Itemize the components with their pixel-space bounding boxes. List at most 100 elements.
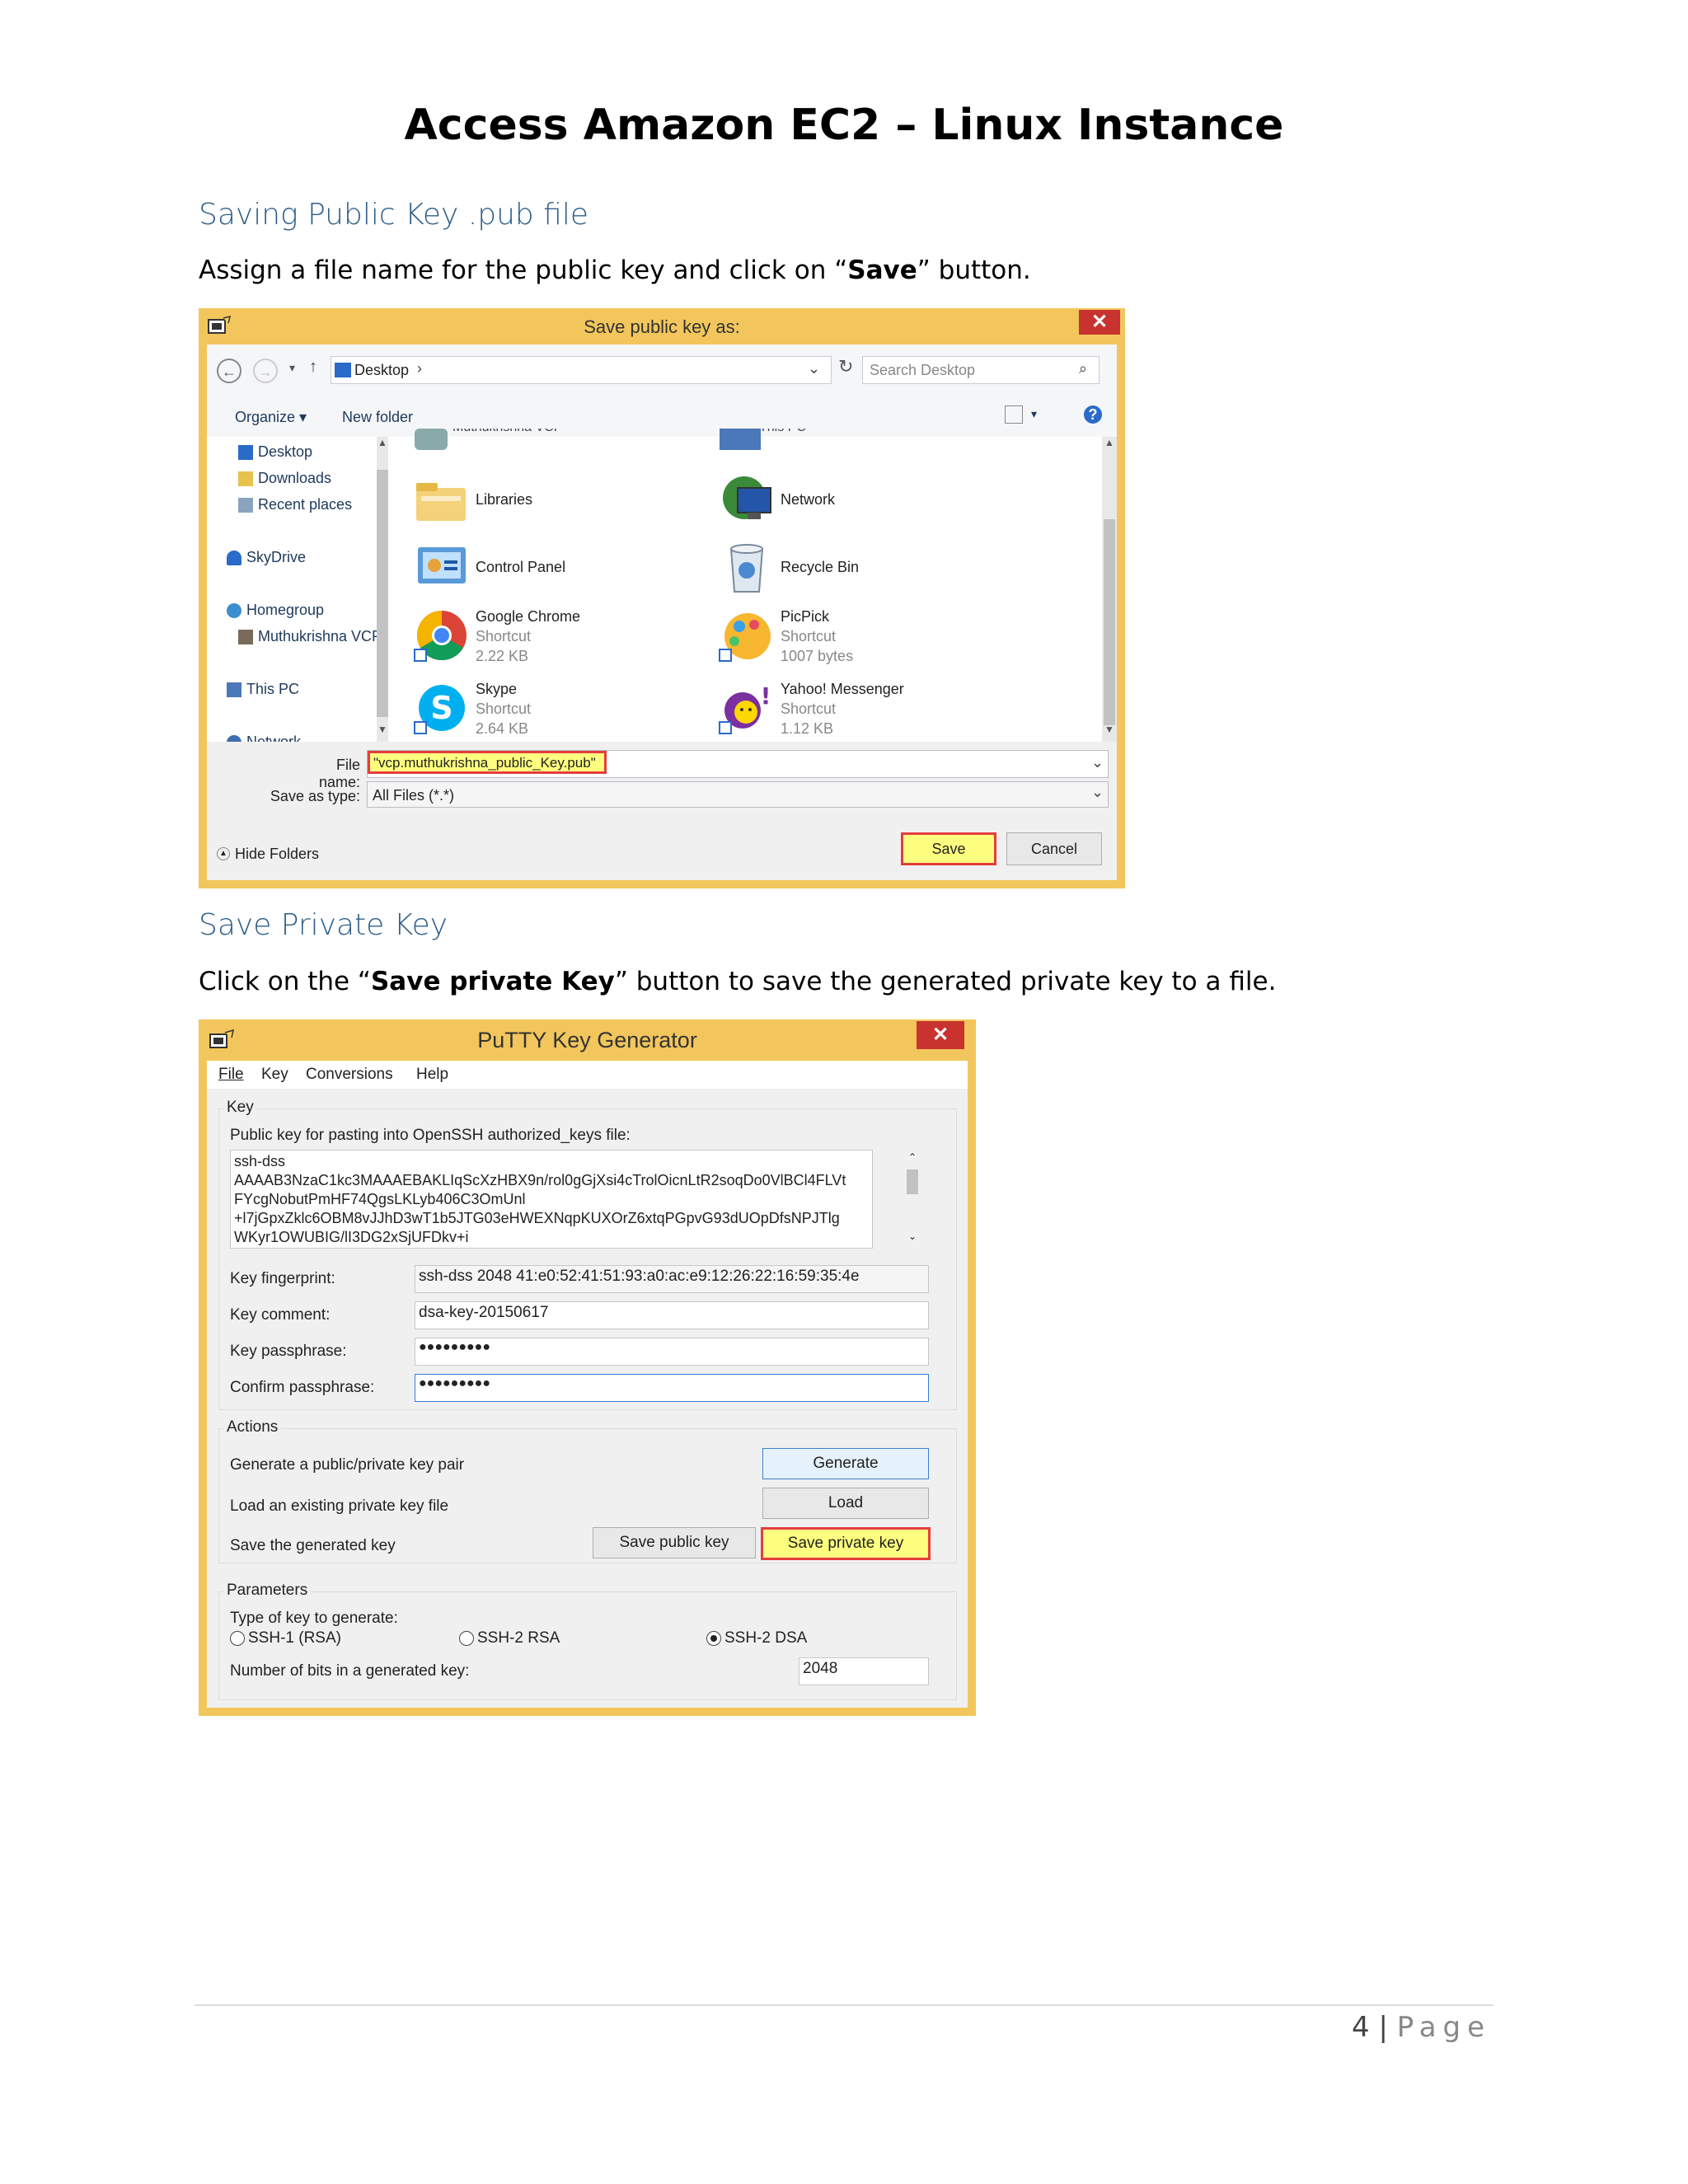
close-button[interactable]: ✕ bbox=[917, 1021, 964, 1049]
file-item-network[interactable]: Network bbox=[718, 471, 1015, 531]
user-folder-icon bbox=[238, 630, 253, 645]
up-arrow-icon[interactable]: ↑ bbox=[309, 358, 317, 377]
passphrase-input[interactable]: ●●●●●●●●● bbox=[415, 1338, 929, 1366]
tree-item-downloads[interactable]: Downloads bbox=[238, 470, 331, 487]
file-item-picpick[interactable]: PicPick Shortcut 1007 bytes bbox=[718, 607, 1015, 673]
radio-button-icon bbox=[459, 1630, 474, 1646]
new-folder-button[interactable]: New folder bbox=[342, 409, 413, 426]
bits-input[interactable]: 2048 bbox=[799, 1657, 929, 1685]
scroll-up-icon[interactable]: ⌃ bbox=[904, 1151, 921, 1165]
dialog-titlebar: Save public key as: ✕ bbox=[199, 308, 1125, 344]
file-name-label: File name: bbox=[318, 757, 360, 790]
radio-label: SSH-2 RSA bbox=[477, 1629, 560, 1647]
parameters-group-label: Parameters bbox=[223, 1582, 312, 1600]
file-name: This PC bbox=[759, 429, 806, 435]
file-item-skype[interactable]: S Skype Shortcut 2.64 KB bbox=[413, 679, 710, 745]
public-key-label: Public key for pasting into OpenSSH auth… bbox=[230, 1127, 631, 1144]
tree-item-this-pc[interactable]: This PC bbox=[227, 681, 299, 698]
page-number: 4 | Page bbox=[1352, 2011, 1491, 2044]
refresh-icon[interactable]: ↻ bbox=[838, 356, 853, 377]
file-item-recycle-bin[interactable]: Recycle Bin bbox=[718, 539, 1015, 598]
search-input[interactable]: Search Desktop ⌕ bbox=[862, 356, 1100, 384]
confirm-passphrase-input[interactable]: ●●●●●●●●● bbox=[415, 1374, 929, 1402]
passphrase-label: Key passphrase: bbox=[230, 1343, 347, 1360]
load-button[interactable]: Load bbox=[762, 1488, 929, 1519]
path-segment[interactable]: Desktop bbox=[354, 362, 409, 379]
save-public-key-dialog: Save public key as: ✕ ← → ▾ ↑ Desktop › … bbox=[199, 308, 1125, 888]
menu-file[interactable]: File bbox=[218, 1066, 244, 1084]
file-item-libraries[interactable]: Libraries bbox=[413, 471, 710, 531]
instruction-text: ” button. bbox=[917, 255, 1031, 285]
file-size: 1007 bytes bbox=[781, 648, 854, 664]
page-num: 4 bbox=[1352, 2011, 1370, 2044]
view-options-icon[interactable] bbox=[1005, 405, 1023, 424]
computer-icon bbox=[227, 682, 241, 698]
desktop-folder-icon bbox=[335, 363, 351, 377]
file-item-google-chrome[interactable]: Google Chrome Shortcut 2.22 KB bbox=[413, 607, 710, 673]
organize-menu[interactable]: Organize ▾ bbox=[235, 409, 307, 426]
radio-ssh1-rsa[interactable]: SSH-1 (RSA) bbox=[230, 1629, 341, 1647]
close-button[interactable]: ✕ bbox=[1079, 310, 1120, 335]
chevron-down-icon[interactable]: ⌄ bbox=[1091, 784, 1104, 801]
key-comment-input[interactable]: dsa-key-20150617 bbox=[415, 1301, 929, 1329]
file-item-yahoo-messenger[interactable]: ! Yahoo! Messenger Shortcut 1.12 KB bbox=[718, 679, 1015, 745]
tree-label: Downloads bbox=[258, 470, 332, 486]
forward-arrow-icon[interactable]: → bbox=[253, 359, 278, 383]
save-private-key-button[interactable]: Save private key bbox=[761, 1527, 931, 1560]
file-name: Google Chrome bbox=[476, 608, 581, 625]
save-type-value: All Files (*.*) bbox=[373, 787, 455, 804]
file-scroll-thumb[interactable] bbox=[1104, 519, 1115, 725]
actions-group-label: Actions bbox=[223, 1418, 282, 1436]
scroll-down-icon[interactable]: ▼ bbox=[1102, 724, 1117, 742]
chevron-down-icon[interactable]: ⌄ bbox=[1091, 754, 1104, 771]
public-key-line: +l7jGpxZklc6OBM8vJJhD3wT1b5JTG03eHWEXNqp… bbox=[234, 1210, 840, 1226]
path-breadcrumb[interactable]: Desktop › ⌄ bbox=[331, 356, 832, 384]
file-name-value[interactable]: "vcp.muthukrishna_public_Key.pub" bbox=[368, 751, 607, 774]
radio-selected-icon bbox=[706, 1630, 721, 1646]
scroll-up-icon[interactable]: ▲ bbox=[1102, 437, 1117, 455]
file-size: 2.64 KB bbox=[476, 720, 529, 737]
tree-item-skydrive[interactable]: SkyDrive bbox=[227, 549, 306, 566]
tree-label: Homegroup bbox=[246, 602, 325, 618]
save-button[interactable]: Save bbox=[901, 832, 996, 865]
tree-item-homegroup[interactable]: Homegroup bbox=[227, 602, 324, 619]
public-key-textarea[interactable]: ssh-dss AAAAB3NzaC1kc3MAAAEBAKLIqScXzHBX… bbox=[230, 1150, 873, 1249]
tree-item-recent-places[interactable]: Recent places bbox=[238, 496, 352, 513]
save-options-pane: File name: "vcp.muthukrishna_public_Key.… bbox=[207, 742, 1117, 880]
back-arrow-icon[interactable]: ← bbox=[217, 359, 241, 383]
generate-button[interactable]: Generate bbox=[762, 1448, 929, 1479]
radio-label: SSH-1 (RSA) bbox=[248, 1629, 341, 1647]
scroll-down-icon[interactable]: ▼ bbox=[377, 724, 388, 742]
file-name: Skype bbox=[476, 681, 518, 697]
save-type-select[interactable]: All Files (*.*) ⌄ bbox=[367, 781, 1109, 808]
navigation-pane: Desktop Downloads Recent places SkyDrive… bbox=[207, 437, 388, 751]
public-key-scrollbar[interactable]: ⌃ ⌄ bbox=[904, 1151, 921, 1247]
scroll-up-icon[interactable]: ▲ bbox=[377, 437, 388, 455]
recent-dropdown-icon[interactable]: ▾ bbox=[289, 361, 295, 375]
public-key-line: WKyr1OWUBIG/lI3DG2xSjUFDkv+i bbox=[234, 1229, 469, 1245]
file-name: Network bbox=[781, 491, 836, 508]
menu-key[interactable]: Key bbox=[261, 1066, 288, 1084]
chevron-down-icon[interactable]: ⌄ bbox=[808, 360, 820, 377]
save-public-key-button[interactable]: Save public key bbox=[593, 1527, 756, 1558]
skydrive-icon bbox=[227, 551, 241, 566]
radio-ssh2-rsa[interactable]: SSH-2 RSA bbox=[459, 1629, 560, 1647]
scroll-down-icon[interactable]: ⌄ bbox=[904, 1230, 921, 1244]
radio-ssh2-dsa[interactable]: SSH-2 DSA bbox=[706, 1629, 807, 1647]
tree-scroll-thumb[interactable] bbox=[377, 470, 388, 717]
menu-help[interactable]: Help bbox=[416, 1066, 448, 1084]
public-key-scroll-thumb[interactable] bbox=[907, 1169, 918, 1194]
cancel-button[interactable]: Cancel bbox=[1006, 832, 1102, 865]
file-item-control-panel[interactable]: Control Panel bbox=[413, 539, 710, 598]
file-name: Muthukrishna VCP bbox=[452, 429, 562, 435]
menu-conversions[interactable]: Conversions bbox=[306, 1066, 393, 1084]
key-type-label: Type of key to generate: bbox=[230, 1610, 398, 1627]
file-name-input[interactable]: "vcp.muthukrishna_public_Key.pub" ⌄ bbox=[367, 750, 1109, 778]
tree-item-user[interactable]: Muthukrishna VCP bbox=[238, 628, 382, 645]
help-icon[interactable]: ? bbox=[1084, 405, 1102, 424]
tree-item-desktop[interactable]: Desktop bbox=[238, 443, 312, 461]
file-name: Yahoo! Messenger bbox=[781, 681, 904, 697]
chrome-icon bbox=[414, 611, 467, 662]
fingerprint-field[interactable]: ssh-dss 2048 41:e0:52:41:51:93:a0:ac:e9:… bbox=[415, 1265, 929, 1293]
chevron-down-icon[interactable]: ▾ bbox=[1031, 407, 1037, 421]
